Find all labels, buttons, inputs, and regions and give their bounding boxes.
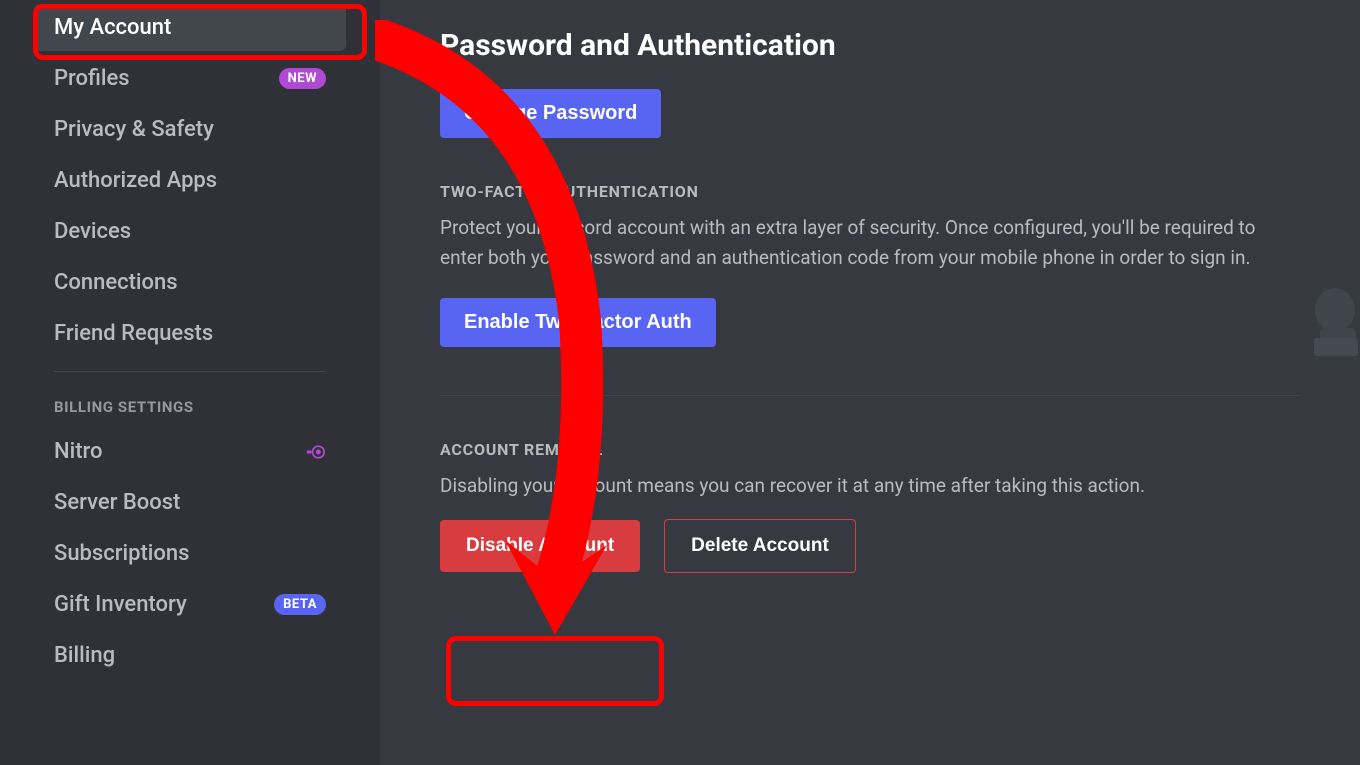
sidebar-item-label: Subscriptions [54,541,189,566]
sidebar-item-label: My Account [54,15,171,40]
two-factor-label: TWO-FACTOR AUTHENTICATION [440,182,1300,201]
sidebar-item-label: Friend Requests [54,321,213,346]
sidebar-item-label: Profiles [54,66,130,91]
sidebar-item-my-account[interactable]: My Account [34,4,346,51]
sidebar-item-label: Server Boost [54,490,180,515]
account-removal-label: ACCOUNT REMOVAL [440,440,1300,459]
sidebar-item-label: Authorized Apps [54,168,217,193]
sidebar-item-connections[interactable]: Connections [34,259,346,306]
section-divider [440,395,1300,396]
sidebar-divider [54,371,326,372]
sidebar-item-gift-inventory[interactable]: Gift Inventory BETA [34,581,346,628]
sidebar-item-server-boost[interactable]: Server Boost [34,479,346,526]
delete-account-button[interactable]: Delete Account [664,519,856,573]
sidebar: My Account Profiles NEW Privacy & Safety… [0,0,380,765]
sidebar-item-label: Gift Inventory [54,592,187,617]
sidebar-item-label: Connections [54,270,178,295]
decoration-graphic [1300,280,1360,364]
page-title: Password and Authentication [440,28,1300,63]
two-factor-description: Protect your Discord account with an ext… [440,213,1260,274]
sidebar-item-billing[interactable]: Billing [34,632,346,679]
beta-badge: BETA [274,594,326,615]
sidebar-item-label: Devices [54,219,131,244]
new-badge: NEW [279,68,326,89]
sidebar-item-label: Privacy & Safety [54,117,214,142]
sidebar-header-billing: BILLING SETTINGS [0,386,380,424]
account-removal-buttons: Disable Account Delete Account [440,519,1300,573]
disable-account-button[interactable]: Disable Account [440,520,640,572]
sidebar-item-devices[interactable]: Devices [34,208,346,255]
account-removal-description: Disabling your account means you can rec… [440,471,1260,501]
sidebar-item-subscriptions[interactable]: Subscriptions [34,530,346,577]
sidebar-item-profiles[interactable]: Profiles NEW [34,55,346,102]
sidebar-item-privacy-safety[interactable]: Privacy & Safety [34,106,346,153]
enable-two-factor-button[interactable]: Enable Two-Factor Auth [440,298,716,347]
sidebar-item-label: Billing [54,643,115,668]
sidebar-item-friend-requests[interactable]: Friend Requests [34,310,346,357]
main-content: Password and Authentication Change Passw… [380,0,1360,765]
sidebar-item-label: Nitro [54,439,103,464]
change-password-button[interactable]: Change Password [440,89,661,138]
nitro-icon [304,441,326,463]
sidebar-item-authorized-apps[interactable]: Authorized Apps [34,157,346,204]
sidebar-item-nitro[interactable]: Nitro [34,428,346,475]
